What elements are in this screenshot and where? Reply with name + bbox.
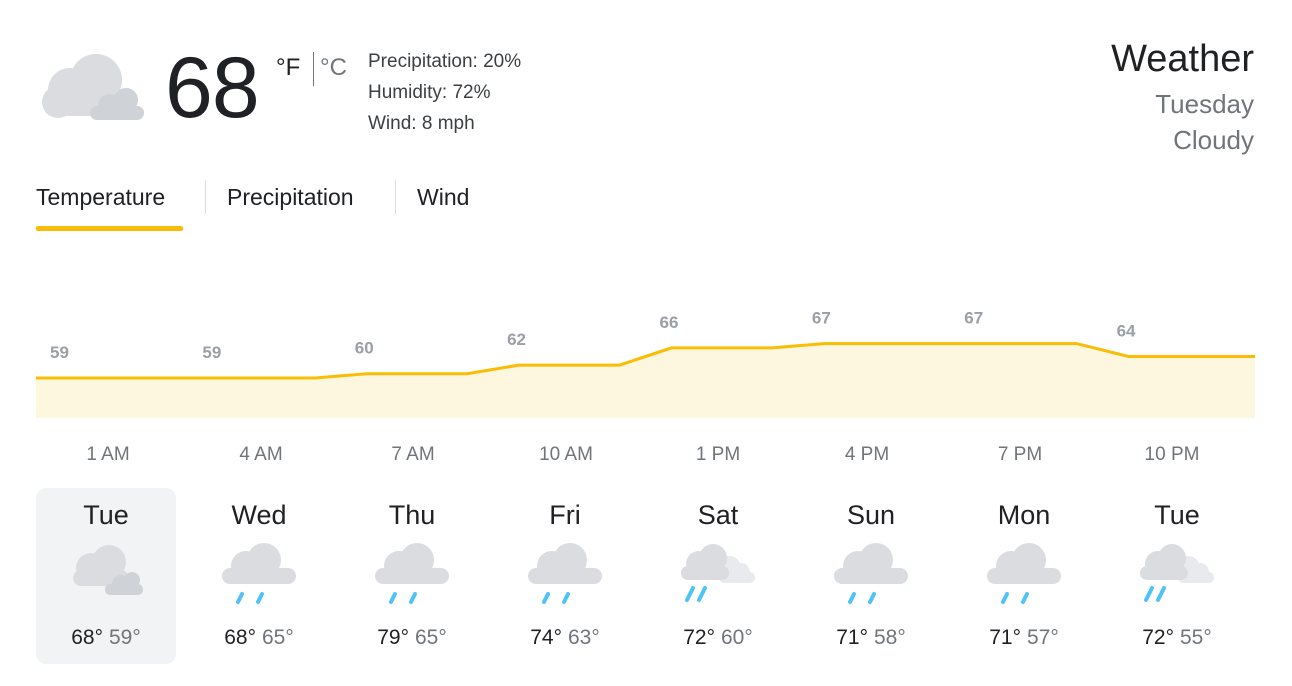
hour-label: 4 PM [844,444,890,465]
temperature-value-label: 59 [202,343,221,362]
rain-icon [834,543,908,604]
high-temp: 71° [836,626,868,649]
day-temperatures: 68° 59° [36,626,176,650]
day-temperatures: 71° 58° [801,626,941,650]
low-temp: 63° [568,626,600,649]
hour-label: 1 PM [695,444,741,465]
high-temp: 72° [683,626,715,649]
day-name: Sun [846,500,896,530]
hour-label: 7 AM [391,444,435,465]
low-temp: 55° [1180,626,1212,649]
high-temp: 79° [377,626,409,649]
day-card-7[interactable]: Tue 72° 55° [1107,488,1247,664]
day-temperatures: 68° 65° [189,626,329,650]
high-temp: 68° [71,626,103,649]
showers-icon [681,544,755,602]
day-temperatures: 71° 57° [954,626,1094,650]
temperature-value-label: 62 [507,330,526,349]
high-temp: 71° [989,626,1021,649]
day-temperatures: 74° 63° [495,626,635,650]
day-card-4[interactable]: Sat 72° 60° [648,488,788,664]
temperature-value-label: 67 [964,309,983,328]
current-day: Tuesday [1155,89,1254,119]
low-temp: 59° [109,626,141,649]
day-card-3[interactable]: Fri 74° 63° [495,488,635,664]
day-card-6[interactable]: Mon 71° 57° [954,488,1094,664]
high-temp: 74° [530,626,562,649]
tab-divider [205,180,206,214]
day-name: Thu [388,500,436,530]
day-temperatures: 72° 55° [1107,626,1247,650]
day-card-2[interactable]: Thu 79° 65° [342,488,482,664]
current-condition: Cloudy [1173,125,1254,155]
low-temp: 65° [415,626,447,649]
unit-divider [313,52,314,86]
temperature-value-label: 67 [812,309,831,328]
temperature-value-label: 60 [355,339,374,358]
active-tab-indicator [36,226,183,231]
low-temp: 60° [721,626,753,649]
cloudy-icon [73,545,143,595]
temperature-value-label: 64 [1117,322,1136,341]
day-card-1[interactable]: Wed 68° 65° [189,488,329,664]
unit-celsius-button[interactable]: °C [320,54,347,82]
high-temp: 68° [224,626,256,649]
day-card-5[interactable]: Sun 71° 58° [801,488,941,664]
hour-label: 7 PM [997,444,1043,465]
unit-fahrenheit-button[interactable]: °F [276,54,300,82]
current-temperature: 68 [165,40,260,136]
tab-precipitation[interactable]: Precipitation [227,184,354,211]
temperature-value-label: 59 [50,343,69,362]
widget-title: Weather [1111,38,1254,80]
hour-label: 1 AM [86,444,130,465]
day-name: Fri [549,500,581,530]
rain-icon [375,543,449,604]
day-temperatures: 79° 65° [342,626,482,650]
day-card-0[interactable]: Tue 68° 59° [36,488,176,664]
high-temp: 72° [1142,626,1174,649]
tab-temperature[interactable]: Temperature [36,184,165,211]
showers-icon [1140,544,1214,602]
day-name: Sat [697,500,739,530]
temperature-value-label: 66 [660,313,679,332]
day-name: Tue [1154,500,1200,530]
wind-detail: Wind: 8 mph [368,113,475,134]
day-temperatures: 72° 60° [648,626,788,650]
tab-divider [395,180,396,214]
cloudy-icon [42,54,144,120]
day-name: Wed [231,500,287,530]
hour-label: 10 AM [539,444,593,465]
low-temp: 58° [874,626,906,649]
hour-label: 4 AM [239,444,283,465]
precipitation-detail: Precipitation: 20% [368,51,522,72]
hour-label: 10 PM [1144,444,1200,465]
day-name: Tue [83,500,129,530]
rain-icon [528,543,602,604]
tab-wind[interactable]: Wind [417,184,469,211]
temperature-chart: 59 59 60 62 66 67 67 64 [36,309,1255,418]
rain-icon [987,543,1061,604]
day-name: Mon [997,500,1051,530]
humidity-detail: Humidity: 72% [368,82,491,103]
low-temp: 65° [262,626,294,649]
rain-icon [222,543,296,604]
low-temp: 57° [1027,626,1059,649]
